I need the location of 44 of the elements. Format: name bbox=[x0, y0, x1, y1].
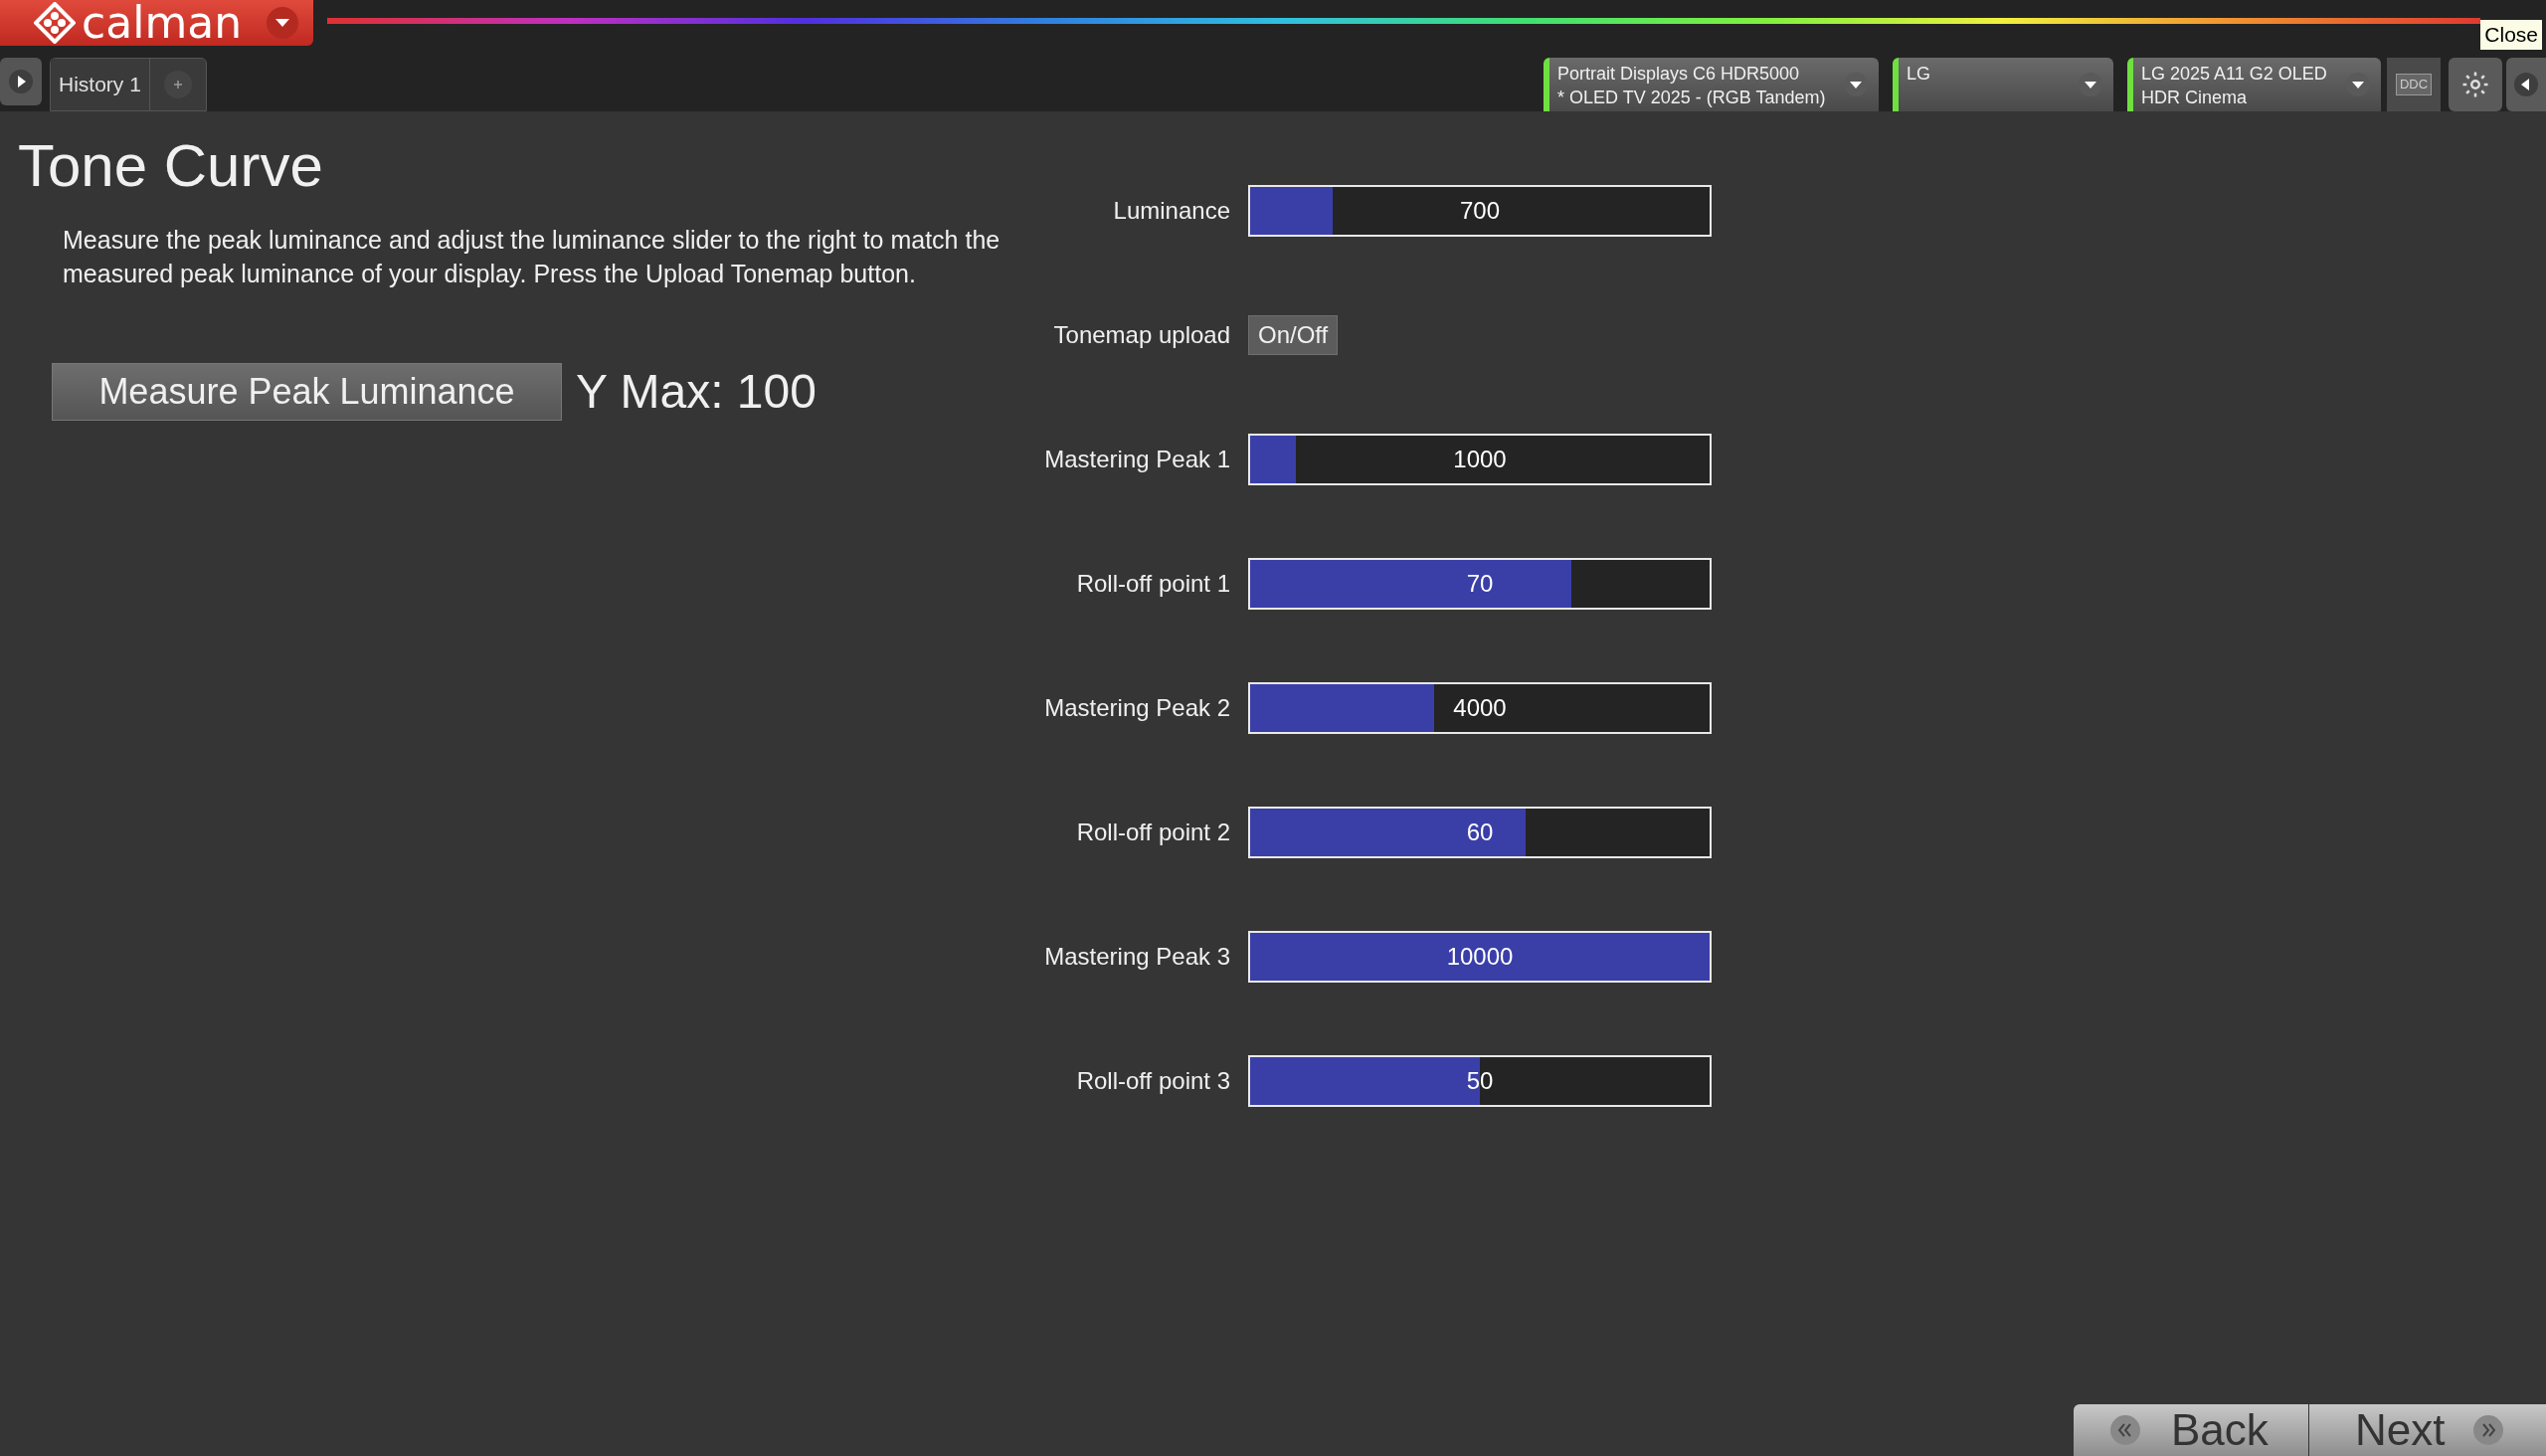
device-dropdown[interactable]: LG 2025 A11 G2 OLED HDR Cinema bbox=[2127, 58, 2381, 111]
slider-label: Mastering Peak 2 bbox=[1043, 693, 1231, 723]
settings-icon bbox=[2460, 70, 2490, 99]
double-right-icon bbox=[2472, 1414, 2505, 1446]
device-name: LG bbox=[1907, 63, 1931, 86]
device-dropdown[interactable]: Portrait Displays C6 HDR5000 * OLED TV 2025 - (RGB Tandem) bbox=[1544, 58, 1879, 111]
slider-track[interactable]: 10000 bbox=[1248, 931, 1712, 983]
slider-track[interactable]: 60 bbox=[1248, 807, 1712, 858]
measure-button[interactable]: Measure Peak Luminance bbox=[52, 363, 562, 421]
device-detail: * OLED TV 2025 - (RGB Tandem) bbox=[1557, 87, 1827, 109]
double-left-icon bbox=[2109, 1414, 2141, 1446]
slider-label: Roll-off point 3 bbox=[1075, 1066, 1231, 1096]
toggle-button[interactable]: On/Off bbox=[1248, 315, 1339, 355]
next-button[interactable]: Next bbox=[2309, 1404, 2546, 1456]
back-button[interactable]: Back bbox=[2074, 1404, 2309, 1456]
tooltip: Close bbox=[2480, 20, 2542, 50]
slider-label: Mastering Peak 3 bbox=[1043, 942, 1231, 972]
toggle-label: Tonemap upload bbox=[1052, 320, 1231, 350]
history-tab[interactable]: History 1 bbox=[51, 59, 150, 110]
page-title: Tone Curve bbox=[18, 131, 324, 201]
play-button[interactable] bbox=[0, 58, 42, 105]
instructions-text: Measure the peak luminance and adjust the luminance slider to the right to match the measured peak luminance of your display. Press the Upload Tonemap button. bbox=[63, 225, 1001, 289]
slider-label: Mastering Peak 1 bbox=[1043, 445, 1231, 474]
slider-label: Roll-off point 2 bbox=[1075, 818, 1231, 847]
ddc-button[interactable]: DDC bbox=[2387, 58, 2441, 111]
plus-icon bbox=[162, 70, 193, 99]
y-max-reading: Y Max: 100 bbox=[576, 364, 817, 420]
slider-track[interactable]: 1000 bbox=[1248, 434, 1712, 485]
collapse-button[interactable] bbox=[2506, 58, 2546, 111]
slider-label: Roll-off point 1 bbox=[1075, 569, 1231, 599]
logo-bar[interactable]: calman bbox=[0, 0, 313, 46]
device-dropdown[interactable]: LG bbox=[1893, 58, 2113, 111]
device-name: Portrait Displays C6 HDR5000 bbox=[1557, 63, 1801, 86]
slider-track[interactable]: 700 bbox=[1248, 185, 1712, 237]
slider-label: Luminance bbox=[1112, 196, 1231, 226]
settings-button[interactable] bbox=[2449, 58, 2502, 111]
slider-track[interactable]: 70 bbox=[1248, 558, 1712, 610]
slider-track[interactable]: 4000 bbox=[1248, 682, 1712, 734]
device-name: LG 2025 A11 G2 OLED bbox=[2141, 63, 2328, 86]
diamond-logo-icon bbox=[34, 2, 76, 44]
caret-down-icon[interactable] bbox=[265, 6, 299, 40]
play-icon bbox=[8, 69, 34, 94]
device-detail: HDR Cinema bbox=[2141, 87, 2249, 109]
logo-text: calman bbox=[82, 1, 243, 45]
